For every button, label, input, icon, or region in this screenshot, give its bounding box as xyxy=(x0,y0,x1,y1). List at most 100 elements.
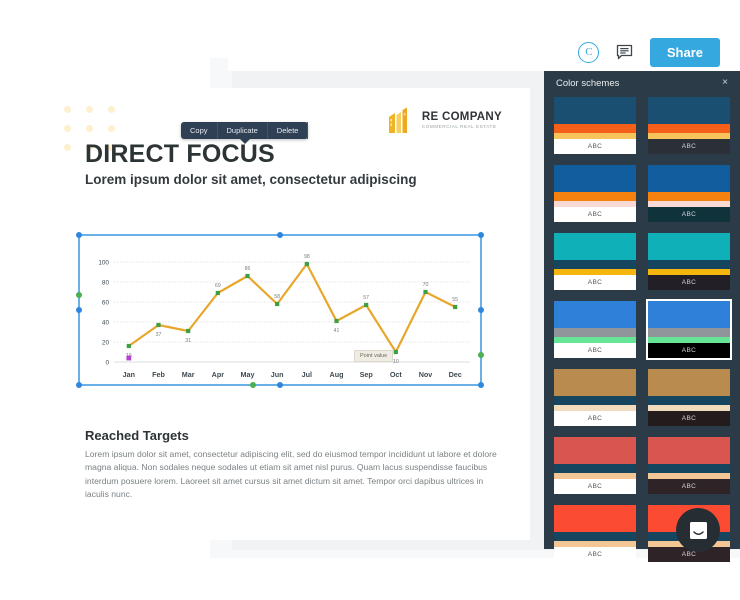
svg-text:Jul: Jul xyxy=(302,370,312,379)
color-scheme-metro-light[interactable]: ABC xyxy=(554,505,636,562)
svg-text:41: 41 xyxy=(334,328,340,334)
svg-text:86: 86 xyxy=(245,266,251,272)
swatch-band-primary xyxy=(648,369,730,396)
svg-text:57: 57 xyxy=(363,295,369,301)
svg-text:37: 37 xyxy=(156,332,162,338)
section-paragraph[interactable]: Lorem ipsum dolor sit amet, consectetur … xyxy=(85,448,505,501)
slide-canvas[interactable]: RE COMPANY COMMERCIAL REAL ESTATE DIRECT… xyxy=(50,88,530,540)
resize-handle-bottom-center[interactable] xyxy=(277,382,283,388)
swatch-band-secondary xyxy=(648,260,730,269)
section-heading[interactable]: Reached Targets xyxy=(85,428,189,443)
swatch-band-secondary xyxy=(554,532,636,541)
swatch-band-secondary xyxy=(554,192,636,201)
swatch-band-secondary xyxy=(648,396,730,405)
color-scheme-aspect-dark[interactable]: ABC xyxy=(648,97,730,154)
swatch-band-secondary xyxy=(554,124,636,133)
color-scheme-foundry-dark[interactable]: ABC xyxy=(648,369,730,426)
resize-handle-bottom-right[interactable] xyxy=(478,382,484,388)
svg-text:0: 0 xyxy=(105,360,109,367)
editor-root: C Share RE COMPANY COMMERCIAL REAL ESTAT… xyxy=(0,0,740,600)
swatch-caption: ABC xyxy=(554,479,636,494)
color-scheme-equity-light[interactable]: ABC xyxy=(554,233,636,290)
share-button[interactable]: Share xyxy=(649,37,720,67)
series-handle-left[interactable] xyxy=(76,292,82,298)
context-menu-duplicate[interactable]: Duplicate xyxy=(218,122,268,139)
chat-widget-button[interactable] xyxy=(676,508,720,552)
comment-icon[interactable] xyxy=(614,41,636,63)
point-value-tooltip: Point value xyxy=(354,350,394,362)
svg-text:98: 98 xyxy=(304,254,310,260)
color-scheme-median-light[interactable]: ABC xyxy=(554,437,636,494)
swatch-band-secondary xyxy=(554,396,636,405)
swatch-band-primary xyxy=(554,165,636,192)
close-icon[interactable]: × xyxy=(722,78,728,88)
top-toolbar: C Share xyxy=(228,33,740,71)
building-logo-icon xyxy=(388,107,407,133)
swatch-caption: ABC xyxy=(648,411,730,426)
color-scheme-flow-dark[interactable]: ABC xyxy=(646,299,732,360)
swatch-caption: ABC xyxy=(554,343,636,358)
svg-text:Nov: Nov xyxy=(419,370,433,379)
panel-title: Color schemes xyxy=(556,77,620,89)
series-handle-right[interactable] xyxy=(478,352,484,358)
chart-object[interactable]: 020406080100163731698658984157107055JanF… xyxy=(76,232,484,388)
swatch-band-secondary xyxy=(554,328,636,337)
svg-text:80: 80 xyxy=(102,280,110,287)
color-scheme-foundry-light[interactable]: ABC xyxy=(554,369,636,426)
company-logo: RE COMPANY COMMERCIAL REAL ESTATE xyxy=(386,106,502,136)
swatch-band-primary xyxy=(648,437,730,464)
resize-handle-top-right[interactable] xyxy=(478,232,484,238)
context-menu-delete[interactable]: Delete xyxy=(268,122,309,139)
svg-text:Oct: Oct xyxy=(390,370,403,379)
swatch-band-primary xyxy=(648,301,730,328)
swatch-caption: ABC xyxy=(648,139,730,154)
chart-svg: 020406080100163731698658984157107055JanF… xyxy=(98,254,470,379)
svg-text:10: 10 xyxy=(393,359,399,365)
resize-handle-top-center[interactable] xyxy=(277,232,283,238)
swatch-caption: ABC xyxy=(648,207,730,222)
swatch-band-secondary xyxy=(554,464,636,473)
context-menu-copy[interactable]: Copy xyxy=(181,122,218,139)
svg-text:Jun: Jun xyxy=(271,370,284,379)
panel-header: Color schemes × xyxy=(544,71,740,95)
svg-text:100: 100 xyxy=(98,260,109,267)
slide-subtitle[interactable]: Lorem ipsum dolor sit amet, consectetur … xyxy=(85,172,417,187)
color-scheme-flow-light[interactable]: ABC xyxy=(554,301,636,358)
svg-text:Apr: Apr xyxy=(212,370,225,379)
svg-text:Feb: Feb xyxy=(152,370,165,379)
resize-handle-middle-right[interactable] xyxy=(478,307,484,313)
user-avatar[interactable]: C xyxy=(578,41,600,63)
svg-text:58: 58 xyxy=(274,294,280,300)
color-scheme-median-dark[interactable]: ABC xyxy=(648,437,730,494)
swatch-band-primary xyxy=(554,437,636,464)
svg-text:Aug: Aug xyxy=(330,370,344,379)
color-scheme-civic-light[interactable]: ABC xyxy=(554,165,636,222)
resize-handle-top-left[interactable] xyxy=(76,232,82,238)
context-menu-arrow xyxy=(239,139,250,144)
swatch-caption: ABC xyxy=(554,275,636,290)
swatch-caption: ABC xyxy=(554,139,636,154)
series-handle-bottom[interactable] xyxy=(250,382,256,388)
swatch-caption: ABC xyxy=(554,207,636,222)
svg-text:70: 70 xyxy=(423,282,429,288)
logo-company-name: RE COMPANY xyxy=(421,110,502,123)
swatch-band-secondary xyxy=(648,328,730,337)
svg-text:31: 31 xyxy=(185,338,191,344)
svg-text:60: 60 xyxy=(102,300,110,307)
resize-handle-bottom-left[interactable] xyxy=(76,382,82,388)
resize-handle-middle-left[interactable] xyxy=(76,307,82,313)
color-scheme-civic-dark[interactable]: ABC xyxy=(648,165,730,222)
swatch-band-primary xyxy=(554,301,636,328)
slide-title[interactable]: DIRECT FOCUS xyxy=(85,140,275,169)
avatar-initial: C xyxy=(578,41,600,63)
swatch-band-secondary xyxy=(648,192,730,201)
logo-tagline: COMMERCIAL REAL ESTATE xyxy=(421,124,497,130)
svg-text:55: 55 xyxy=(452,297,458,303)
svg-text:Dec: Dec xyxy=(449,370,462,379)
color-scheme-aspect-light[interactable]: ABC xyxy=(554,97,636,154)
swatch-caption: ABC xyxy=(648,275,730,290)
swatch-band-secondary xyxy=(648,464,730,473)
swatch-band-primary xyxy=(648,233,730,260)
color-scheme-equity-dark[interactable]: ABC xyxy=(648,233,730,290)
swatch-caption: ABC xyxy=(554,547,636,562)
